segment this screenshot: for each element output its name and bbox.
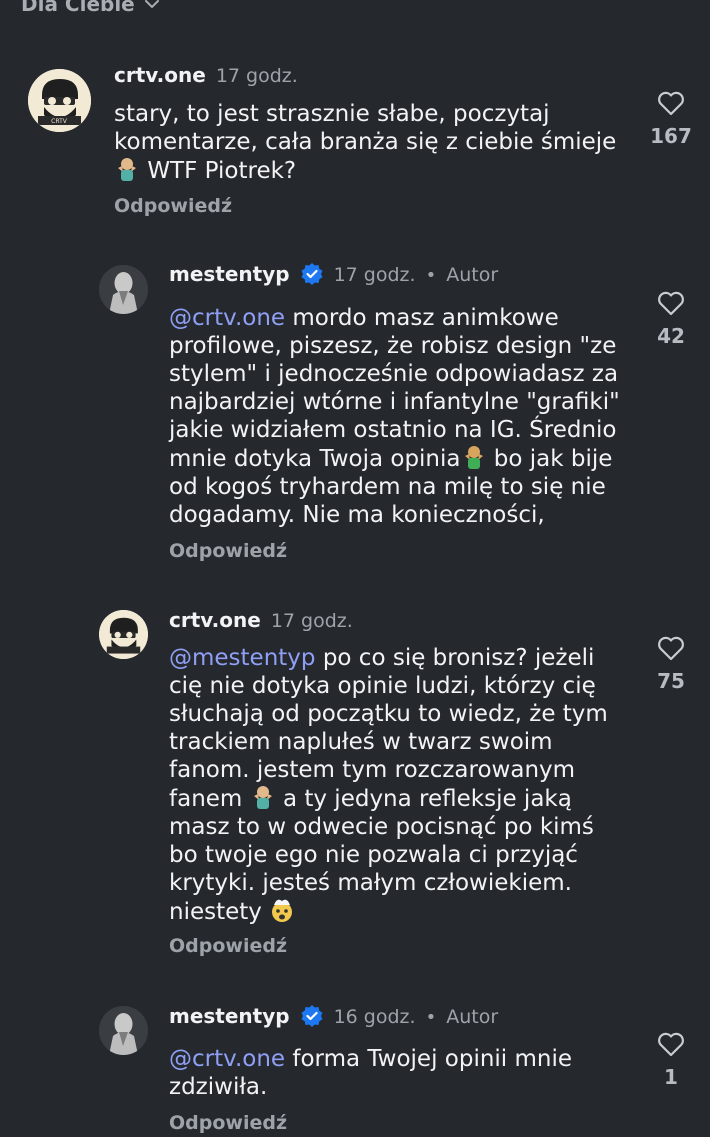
like-count: 167 (650, 124, 692, 148)
avatar[interactable] (99, 265, 148, 314)
mention-link[interactable]: @crtv.one (169, 1046, 285, 1072)
author-badge: Autor (446, 1006, 499, 1028)
feed-selector[interactable]: Dla Ciebie (21, 0, 161, 16)
like-button[interactable]: 75 (641, 635, 701, 693)
separator-dot: • (425, 1007, 437, 1028)
mention-link[interactable]: @crtv.one (169, 305, 285, 331)
like-count: 1 (664, 1065, 678, 1089)
author-badge: Autor (446, 264, 499, 286)
reply-button[interactable]: Odpowiedź (169, 540, 287, 562)
heart-outline-icon (658, 1032, 684, 1057)
person-shrugging-emoji-icon (464, 446, 483, 469)
chevron-down-icon (144, 0, 159, 9)
comment-time: 17 godz. (333, 264, 416, 286)
comment-time: 16 godz. (333, 1006, 416, 1028)
comment-username[interactable]: crtv.one (114, 63, 206, 87)
comment-text: @crtv.one forma Twojej opinii mnie zdziw… (169, 1046, 573, 1100)
like-count: 75 (657, 669, 685, 693)
comment-text: @mestentyp po co się bronisz? jeżeli cię… (169, 645, 608, 925)
feed-title: Dla Ciebie (21, 0, 135, 16)
like-button[interactable]: 167 (641, 90, 701, 148)
person-shrugging-emoji-icon (253, 786, 272, 809)
verified-badge-icon (301, 1005, 323, 1027)
reply-button[interactable]: Odpowiedź (114, 195, 232, 217)
like-count: 42 (657, 324, 685, 348)
comment-username[interactable]: crtv.one (169, 608, 261, 632)
avatar[interactable] (99, 610, 148, 659)
separator-dot: • (425, 265, 437, 286)
avatar[interactable] (99, 1006, 148, 1055)
person-shrugging-emoji-icon (118, 158, 136, 181)
verified-badge-icon (301, 263, 323, 285)
heart-outline-icon (658, 291, 684, 316)
comment-time: 17 godz. (270, 610, 353, 632)
comment-username[interactable]: mestentyp (169, 262, 290, 286)
like-button[interactable]: 1 (641, 1031, 701, 1089)
heart-outline-icon (658, 91, 684, 116)
comment-text: @crtv.one mordo masz animkowe profilowe,… (169, 305, 620, 528)
svg-text:CRTV: CRTV (51, 118, 68, 125)
reply-button[interactable]: Odpowiedź (169, 1112, 287, 1134)
comment-text: stary, to jest strasznie słabe, poczytaj… (114, 101, 617, 184)
mention-link[interactable]: @mestentyp (169, 645, 316, 671)
comment-username[interactable]: mestentyp (169, 1004, 290, 1028)
comment-time: 17 godz. (215, 65, 298, 87)
exploding-head-emoji-icon (272, 899, 293, 922)
like-button[interactable]: 42 (641, 290, 701, 348)
heart-outline-icon (658, 636, 684, 661)
reply-button[interactable]: Odpowiedź (169, 935, 287, 957)
avatar[interactable]: CRTV (28, 69, 91, 132)
